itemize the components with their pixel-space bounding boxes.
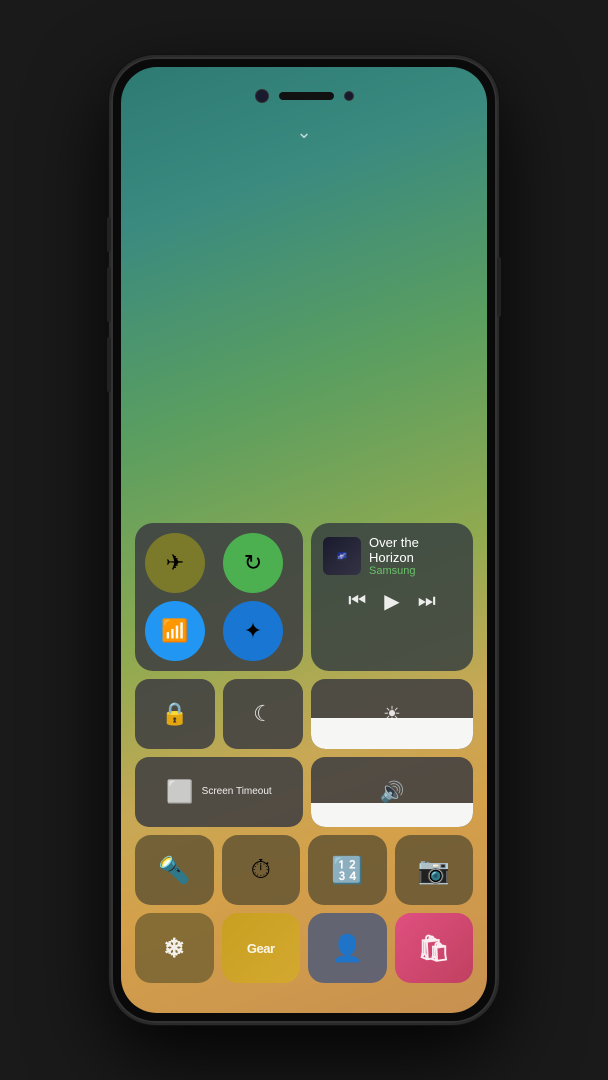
bixby-button[interactable] <box>107 337 111 392</box>
media-info: Over the Horizon Samsung <box>369 535 461 577</box>
camera-icon: 📷 <box>418 855 450 886</box>
speaker <box>279 92 334 100</box>
calculator-button[interactable]: 🔢 <box>308 835 387 905</box>
media-header: 🌌 Over the Horizon Samsung <box>323 535 461 577</box>
row-apps: ❄ Gear 👤 🛍 <box>135 913 473 983</box>
bluetooth-icon: ✦ <box>244 618 262 644</box>
camera-button[interactable]: 📷 <box>395 835 474 905</box>
calculator-icon: 🔢 <box>331 855 363 886</box>
volume-fill <box>311 803 473 828</box>
volume-down-button[interactable] <box>107 267 111 322</box>
media-play-button[interactable]: ▶ <box>384 589 399 614</box>
flashlight-icon: 🔦 <box>158 855 190 886</box>
media-thumbnail: 🌌 <box>323 537 361 575</box>
row-connectivity-media: ✈ ↻ 📶 ✦ 🌌 <box>135 523 473 671</box>
screen-timeout-label: Screen Timeout <box>202 786 272 798</box>
person-icon: 👤 <box>331 933 363 964</box>
rotation-icon: ↻ <box>244 550 262 576</box>
wifi-icon: 📶 <box>161 618 188 644</box>
media-panel: 🌌 Over the Horizon Samsung ⏮ ▶ ⏭ <box>311 523 473 671</box>
orientation-lock-button[interactable]: 🔒 <box>135 679 215 749</box>
front-camera <box>255 89 269 103</box>
iris-scanner <box>344 91 354 101</box>
wifi-button[interactable]: 📶 <box>145 601 205 661</box>
media-prev-button[interactable]: ⏮ <box>348 590 366 613</box>
brightness-icon: ☀ <box>383 702 401 727</box>
shop-app-button[interactable]: 🛍 <box>395 913 474 983</box>
screen: ⌄ ✈ ↻ 📶 ✦ <box>121 67 487 1013</box>
media-controls: ⏮ ▶ ⏭ <box>323 589 461 614</box>
shop-icon: 🛍 <box>417 933 450 964</box>
screen-timeout-icon: ⬜ <box>166 779 193 805</box>
volume-icon: 🔊 <box>380 780 405 805</box>
top-bar <box>239 85 369 107</box>
brightness-slider[interactable]: ☀ <box>311 679 473 749</box>
sliders-panel: ☀ 🔊 <box>311 679 473 827</box>
row-toggles-sliders: 🔒 ☾ ⬜ Screen Timeout ☀ <box>135 679 473 827</box>
snowflake-icon: ❄ <box>163 933 185 964</box>
screen-timeout-button[interactable]: ⬜ Screen Timeout <box>135 757 303 827</box>
airplane-mode-button[interactable]: ✈ <box>145 533 205 593</box>
volume-slider[interactable]: 🔊 <box>311 757 473 827</box>
orientation-lock-icon: 🔒 <box>161 701 188 727</box>
timer-icon: ⏱ <box>251 854 271 886</box>
flashlight-button[interactable]: 🔦 <box>135 835 214 905</box>
rotation-button[interactable]: ↻ <box>223 533 283 593</box>
media-artist: Samsung <box>369 565 461 577</box>
connectivity-panel: ✈ ↻ 📶 ✦ <box>135 523 303 671</box>
timer-button[interactable]: ⏱ <box>222 835 301 905</box>
bluetooth-button[interactable]: ✦ <box>223 601 283 661</box>
do-not-disturb-icon: ☾ <box>253 701 273 727</box>
snowflake-app-button[interactable]: ❄ <box>135 913 214 983</box>
power-button[interactable] <box>497 257 501 317</box>
volume-up-button[interactable] <box>107 217 111 252</box>
quick-toggles: 🔒 ☾ ⬜ Screen Timeout <box>135 679 303 827</box>
gear-app-button[interactable]: Gear <box>222 913 301 983</box>
control-center: ✈ ↻ 📶 ✦ 🌌 <box>135 523 473 983</box>
media-title: Over the Horizon <box>369 535 461 565</box>
row-utilities: 🔦 ⏱ 🔢 📷 <box>135 835 473 905</box>
person-app-button[interactable]: 👤 <box>308 913 387 983</box>
media-next-button[interactable]: ⏭ <box>418 590 436 613</box>
pull-down-indicator[interactable]: ⌄ <box>296 122 311 143</box>
airplane-icon: ✈ <box>166 550 184 576</box>
do-not-disturb-button[interactable]: ☾ <box>223 679 303 749</box>
phone-container: ⌄ ✈ ↻ 📶 ✦ <box>109 55 499 1025</box>
gear-label: Gear <box>247 941 275 956</box>
